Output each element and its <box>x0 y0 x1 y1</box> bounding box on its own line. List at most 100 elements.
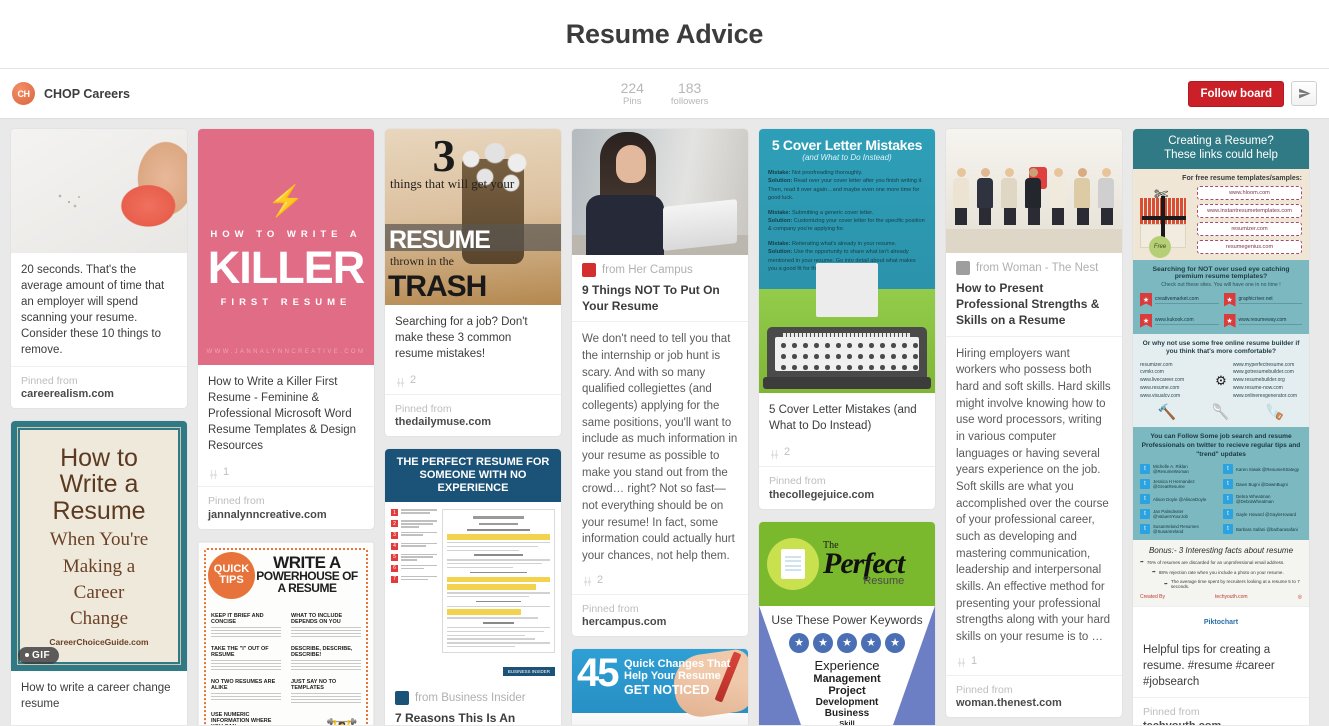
pin-column-4: from Her Campus 9 Things NOT To Put On Y… <box>571 128 749 725</box>
pin-card[interactable]: ⚡ HOW TO WRITE A KILLER FIRST RESUME WWW… <box>197 128 375 530</box>
twitter-person: t Barbara Safani @barbarasafani <box>1223 524 1302 535</box>
cover-letter-mistakes[interactable]: 5 Cover Letter Mistakes (and What to Do … <box>759 129 935 394</box>
twitter-icon: t <box>1223 464 1233 475</box>
mistake-text: Reiterating what's already in your resum… <box>791 240 897 247</box>
pin-card[interactable]: The Perfect Resume Use These Power Keywo… <box>758 520 936 725</box>
pinned-from-domain: thecollegejuice.com <box>769 488 875 501</box>
cover-line-3: GET NOTICED <box>624 682 710 697</box>
pin-card[interactable]: 20 seconds. That's the average amount of… <box>10 128 188 409</box>
keyword: Project <box>828 684 866 697</box>
pin-card[interactable]: 45 Quick Changes That Help Your Resume G… <box>571 647 749 725</box>
pin-title: How to Present Professional Strengths & … <box>956 281 1100 328</box>
pinned-from[interactable]: Pinned from thecollegejuice.com <box>759 466 935 508</box>
section: USE NUMERIC INFORMATION WHERE YOU CAN <box>211 712 281 725</box>
pin-card[interactable]: How to Write a Resume When You're Making… <box>10 419 188 725</box>
45-quick-changes[interactable]: 45 Quick Changes That Help Your Resume G… <box>572 648 748 725</box>
perfect-resume-keywords[interactable]: The Perfect Resume Use These Power Keywo… <box>759 521 935 725</box>
pin-column-1: 20 seconds. That's the average amount of… <box>10 128 188 725</box>
favicon-icon <box>956 261 970 275</box>
woman-laptop-photo[interactable] <box>572 129 748 255</box>
follow-board-button[interactable]: Follow board <box>1188 80 1284 107</box>
powerhouse-infographic[interactable]: QUICK TIPS WRITE A POWERHOUSE OF A RESUM… <box>198 541 374 725</box>
pinned-from-label: Pinned from <box>1143 706 1200 719</box>
trash-cover[interactable]: 3 things that will get your RESUME throw… <box>385 129 561 305</box>
pin-source[interactable]: from Her Campus <box>572 255 748 280</box>
twitter-person: t Karen Siwak @ResumeStrategy <box>1223 464 1302 475</box>
resume-document-preview <box>442 509 555 654</box>
pin-card[interactable]: Creating a Resume? These links could hel… <box>1132 128 1310 725</box>
pinned-from-label: Pinned from <box>769 475 826 488</box>
pin-card[interactable]: THE PERFECT RESUME FOR SOMEONE WITH NO E… <box>384 448 562 725</box>
section: NO TWO RESUMES ARE ALIKE <box>211 679 281 706</box>
section: JUST SAY NO TO TEMPLATES <box>291 679 361 706</box>
page-header: Resume Advice <box>0 0 1329 68</box>
pinned-from[interactable]: Pinned from hercampus.com <box>572 593 748 636</box>
perfect-resume-no-experience[interactable]: THE PERFECT RESUME FOR SOMEONE WITH NO E… <box>385 449 561 684</box>
twitter-person: t Alison Doyle @AlisonDoyle <box>1140 494 1219 505</box>
favicon-icon <box>395 691 409 706</box>
header-line-1: THE PERFECT RESUME FOR <box>396 456 550 469</box>
pin-card[interactable]: 5 Cover Letter Mistakes (and What to Do … <box>758 128 936 510</box>
source-name: from Business Insider <box>415 692 526 705</box>
interview-row-photo[interactable] <box>946 129 1122 253</box>
pinned-from-domain: woman.thenest.com <box>956 696 1062 709</box>
board-owner[interactable]: CH CHOP Careers <box>12 82 130 105</box>
star-flag-icon: ★ <box>1223 313 1236 328</box>
star-flag-icon: ★ <box>1223 292 1236 307</box>
twitter-icon: t <box>1140 479 1150 490</box>
title-line-3: A RESUME <box>277 581 337 596</box>
pin-description: 20 seconds. That's the average amount of… <box>21 264 165 357</box>
pin-card[interactable]: from Her Campus 9 Things NOT To Put On Y… <box>571 128 749 637</box>
eraser-photo[interactable] <box>11 129 187 253</box>
creating-resume-links[interactable]: Creating a Resume? These links could hel… <box>1133 129 1309 634</box>
pin-column-7: Creating a Resume? These links could hel… <box>1132 128 1310 725</box>
shovel-icon: 🥄 <box>1211 404 1231 422</box>
section-heading: WHAT TO INCLUDE DEPENDS ON YOU <box>291 612 343 625</box>
pin-description: How to write a career change resume <box>21 681 171 710</box>
twitter-icon: t <box>1140 509 1150 520</box>
owner-name: CHOP Careers <box>44 86 130 101</box>
callout: 4 <box>391 542 437 550</box>
pinned-from-label: Pinned from <box>956 683 1013 696</box>
pinned-from[interactable]: Pinned from thedailymuse.com <box>385 394 561 436</box>
solution-label: Solution: <box>768 249 793 256</box>
hammer-icon: 🔨 <box>1157 404 1177 422</box>
twitter-person: t Dawn Bugni @DawnBugni <box>1223 479 1302 490</box>
fact-item: ➦ The average time spent by recruiters lo… <box>1164 579 1300 590</box>
pin-rich-description: Hiring employers want workers who posses… <box>946 335 1122 650</box>
people-row <box>946 161 1122 225</box>
logo-mark: ◎ <box>1297 594 1302 601</box>
killer-resume-cover[interactable]: ⚡ HOW TO WRITE A KILLER FIRST RESUME WWW… <box>198 129 374 365</box>
cover-trash-word: TRASH <box>388 270 487 303</box>
pinned-from[interactable]: Pinned from woman.thenest.com <box>946 674 1122 717</box>
saw-icon: 🪚 <box>1265 404 1285 422</box>
pin-card[interactable]: from Woman - The Nest How to Present Pro… <box>945 128 1123 718</box>
pinned-from[interactable]: Pinned from techyouth.com <box>1133 697 1309 725</box>
paper-sheet-shape <box>816 263 878 318</box>
pin-card[interactable]: 3 things that will get your RESUME throw… <box>384 128 562 438</box>
infographic-subtitle: (and What to Do Instead) <box>802 153 892 162</box>
pin-description: Searching for a job? Don't make these 3 … <box>395 316 528 361</box>
send-arrow-icon[interactable] <box>1291 81 1317 106</box>
pinned-from-label: Pinned from <box>21 374 78 387</box>
pin-source[interactable]: from Business Insider <box>385 683 561 708</box>
gif-badge: GIF <box>18 646 60 664</box>
cover-line-2: Help Your Resume <box>624 670 721 683</box>
ribbon-horizontal <box>1142 215 1186 220</box>
face-shape <box>616 145 646 184</box>
twitter-section: You can Follow Some job search and resum… <box>1133 427 1309 541</box>
pinned-from[interactable]: Pinned from careerealism.com <box>11 365 187 408</box>
document-icon <box>767 537 819 590</box>
pin-card[interactable]: QUICK TIPS WRITE A POWERHOUSE OF A RESUM… <box>197 540 375 725</box>
infographic-title: 5 Cover Letter Mistakes <box>771 137 923 153</box>
pinned-from[interactable]: Pinned from jannalynncreative.com <box>198 486 374 528</box>
pinned-from-label: Pinned from <box>582 602 639 615</box>
repin-icon <box>956 655 967 668</box>
pin-grid: 20 seconds. That's the average amount of… <box>0 119 1329 725</box>
mistake-text: Submitting a generic cover letter. <box>791 209 874 216</box>
career-change-cover[interactable]: How to Write a Resume When You're Making… <box>11 420 187 671</box>
template-link-list: www.hloom.com www.instantresumetemplates… <box>1197 185 1302 254</box>
star-icon: ★ <box>861 632 881 653</box>
pin-source[interactable]: from Woman - The Nest <box>946 253 1122 278</box>
followers-label: followers <box>670 96 709 108</box>
